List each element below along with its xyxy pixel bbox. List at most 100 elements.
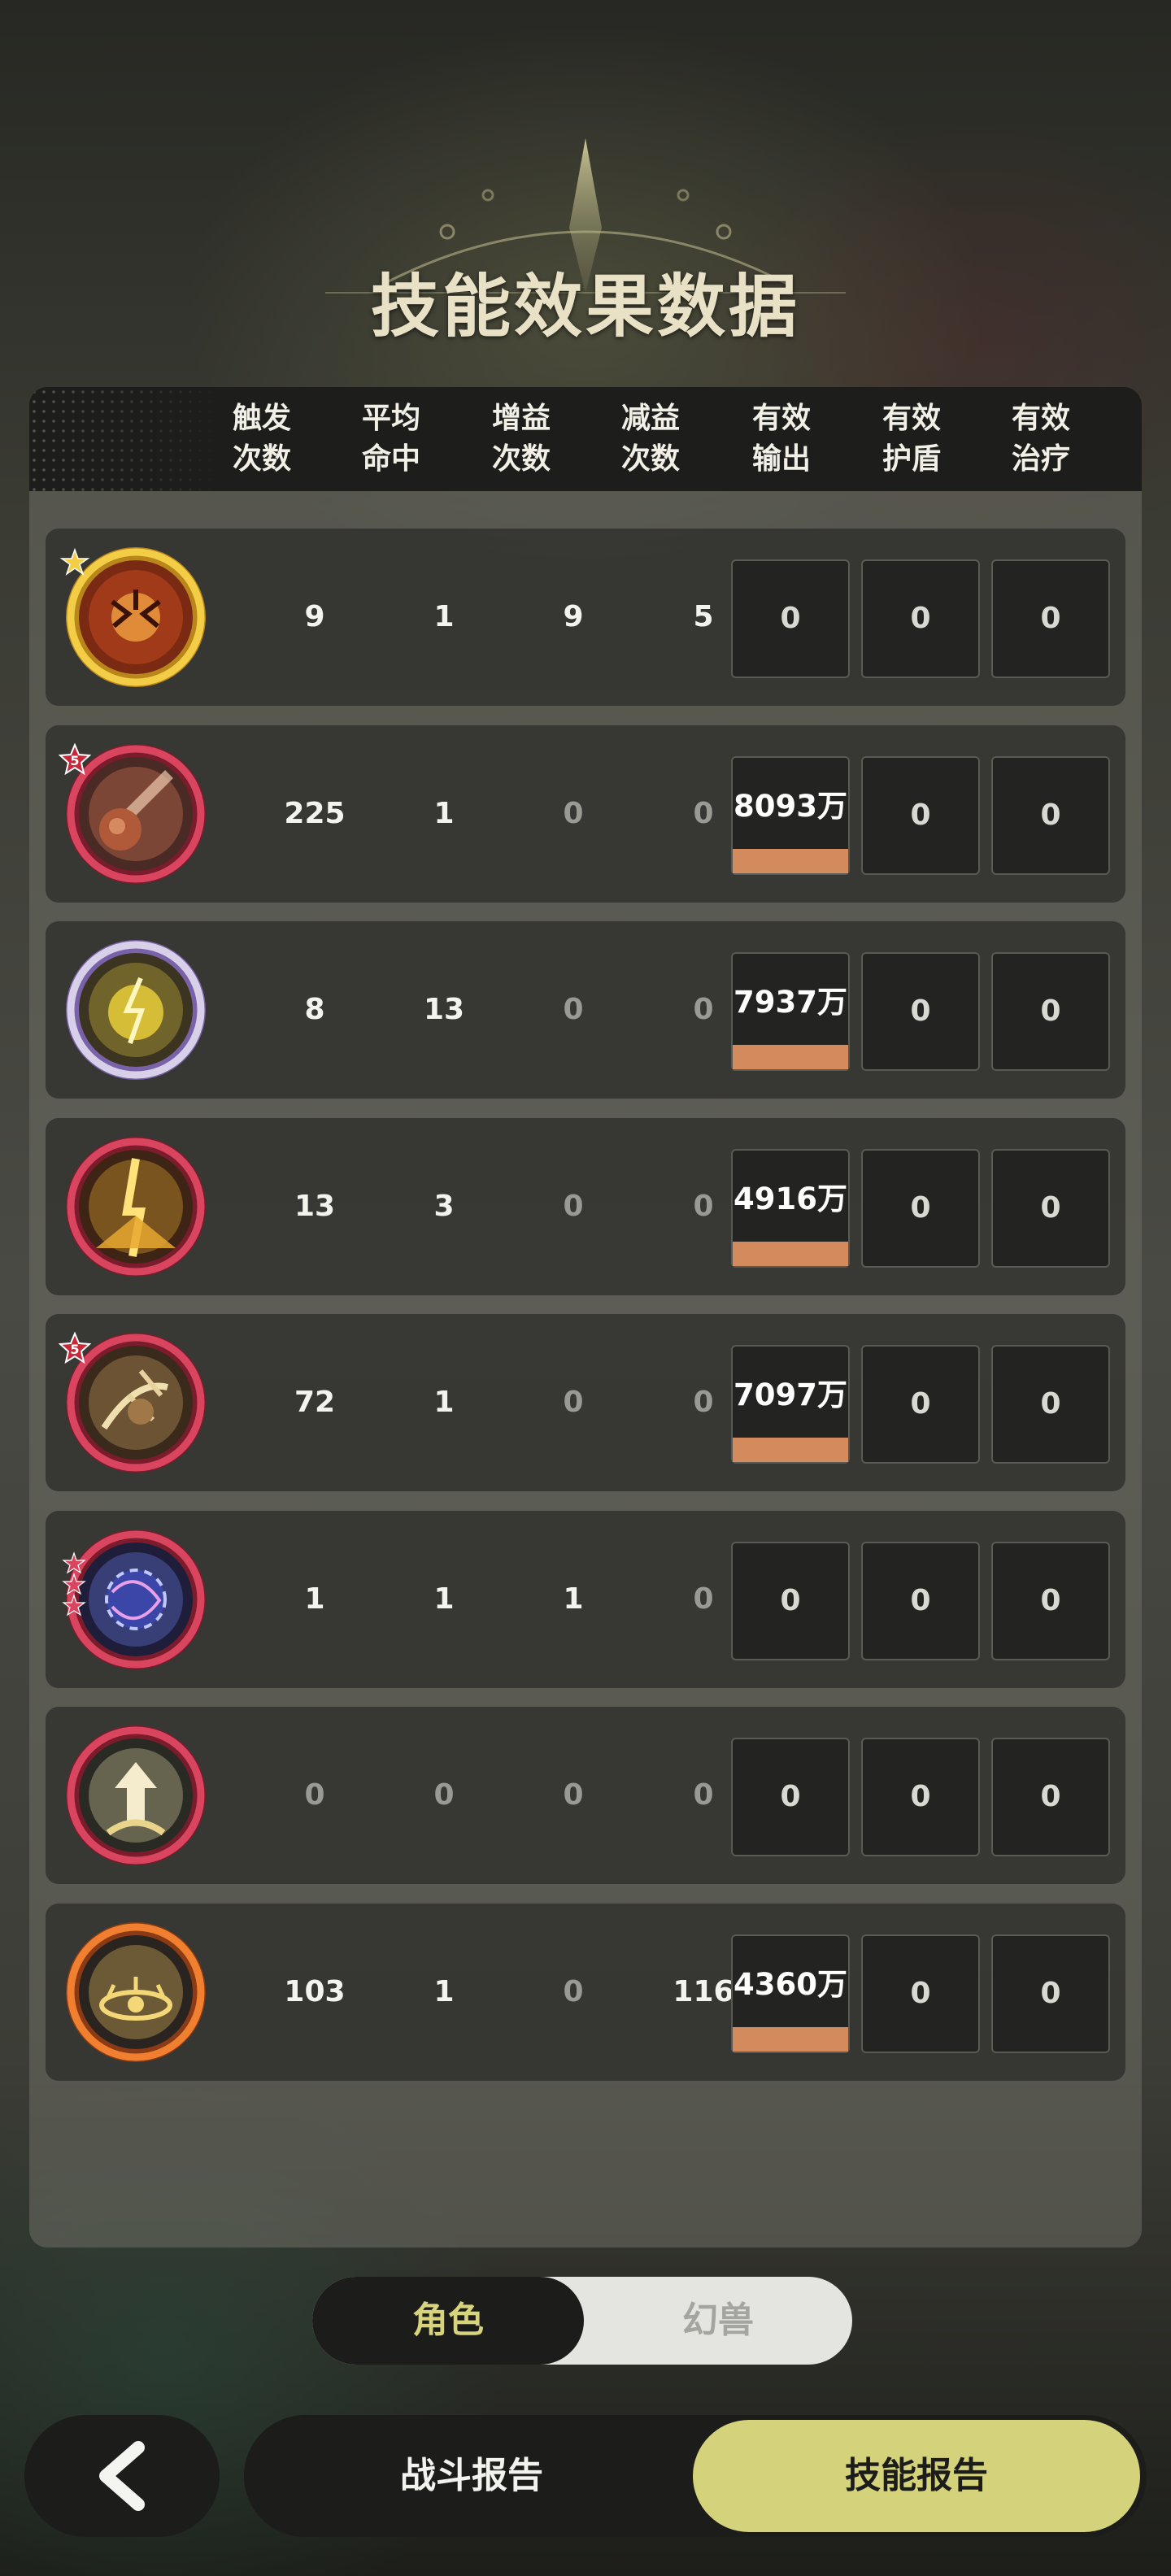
- trigger-count: 1: [304, 1582, 325, 1616]
- shield-box: 0: [861, 1345, 980, 1464]
- header-pattern: [29, 387, 224, 491]
- back-button[interactable]: [24, 2415, 220, 2537]
- avg-hits: 1: [433, 1975, 455, 2008]
- power-up-skill-icon[interactable]: [63, 1723, 208, 1868]
- heal-box: 0: [991, 756, 1110, 875]
- heal-value: 0: [1040, 1191, 1061, 1225]
- header-buff-count: 增益 次数: [491, 402, 551, 476]
- buff-count: 0: [563, 1778, 584, 1812]
- output-box: 0: [731, 559, 850, 678]
- heal-box: 0: [991, 952, 1110, 1071]
- table-row[interactable]: 103 1 0 116 4360万 0 0: [46, 1904, 1125, 2081]
- title-area: 技能效果数据: [0, 130, 1171, 346]
- shield-box: 0: [861, 559, 980, 678]
- output-value: 0: [780, 1780, 801, 1813]
- output-box: 7937万: [731, 952, 850, 1071]
- avg-hits: 1: [433, 1582, 455, 1616]
- star-badge-icon: [59, 547, 90, 576]
- explosion-skill-icon[interactable]: [59, 545, 208, 690]
- heal-value: 0: [1040, 1387, 1061, 1421]
- shield-value: 0: [910, 1780, 931, 1813]
- buff-count: 0: [563, 1975, 584, 2008]
- shield-value: 0: [910, 1584, 931, 1617]
- table-row[interactable]: 8 13 0 0 7937万 0 0: [46, 921, 1125, 1099]
- page-title: 技能效果数据: [370, 267, 800, 346]
- rank-badge-icon: 5: [59, 1332, 91, 1364]
- trigger-count: 8: [304, 993, 325, 1026]
- heal-value: 0: [1040, 602, 1061, 635]
- thunder-strike-skill-icon[interactable]: [63, 1134, 208, 1279]
- output-bar: [733, 849, 848, 873]
- output-value: 0: [780, 602, 801, 635]
- trigger-count: 103: [284, 1975, 346, 2008]
- rank-badge-icon: 5: [59, 743, 91, 776]
- trigger-count: 13: [294, 1190, 336, 1223]
- shield-box: 0: [861, 1738, 980, 1856]
- output-box: 7097万: [731, 1345, 850, 1464]
- tab-skill-report[interactable]: 技能报告: [693, 2420, 1140, 2532]
- table-row[interactable]: 0000000: [46, 1707, 1125, 1884]
- output-box: 0: [731, 1542, 850, 1660]
- table-row[interactable]: 13 3 0 0 4916万 0 0: [46, 1118, 1125, 1295]
- ring-trap-skill-icon[interactable]: [63, 1920, 208, 2065]
- trigger-count: 9: [304, 600, 325, 633]
- heal-box: 0: [991, 559, 1110, 678]
- heal-box: 0: [991, 1738, 1110, 1856]
- buff-count: 9: [563, 600, 584, 633]
- shield-value: 0: [910, 798, 931, 832]
- heal-box: 0: [991, 1934, 1110, 2053]
- heal-box: 0: [991, 1542, 1110, 1660]
- shield-value: 0: [910, 1191, 931, 1225]
- shield-value: 0: [910, 994, 931, 1028]
- shield-box: 0: [861, 1934, 980, 2053]
- slash-skill-icon[interactable]: 5: [59, 1330, 208, 1475]
- buff-count: 1: [563, 1582, 584, 1616]
- output-bar: [733, 1242, 848, 1266]
- buff-count: 0: [563, 797, 584, 830]
- lightning-orb-skill-icon[interactable]: [63, 938, 208, 1082]
- output-bar: [733, 2027, 848, 2052]
- chevron-left-icon: [99, 2441, 145, 2511]
- header-trigger-count: 触发 次数: [232, 402, 291, 476]
- trigger-count: 72: [294, 1386, 336, 1419]
- buff-count: 0: [563, 1190, 584, 1223]
- output-box: 4916万: [731, 1149, 850, 1268]
- buff-count: 0: [563, 993, 584, 1026]
- heal-box: 0: [991, 1149, 1110, 1268]
- avg-hits: 1: [433, 797, 455, 830]
- svg-text:5: 5: [70, 1342, 79, 1357]
- avg-hits: 0: [433, 1778, 455, 1812]
- shield-box: 0: [861, 756, 980, 875]
- tab-battle-report[interactable]: 战斗报告: [244, 2415, 699, 2537]
- heal-value: 0: [1040, 1780, 1061, 1813]
- header-avg-hits: 平均 命中: [361, 402, 420, 476]
- table-row[interactable]: 1110000: [46, 1511, 1125, 1688]
- output-box: 0: [731, 1738, 850, 1856]
- shield-value: 0: [910, 1977, 931, 2010]
- heal-value: 0: [1040, 1977, 1061, 2010]
- shield-box: 0: [861, 952, 980, 1071]
- trigger-count: 0: [304, 1778, 325, 1812]
- table-row[interactable]: 9195000: [46, 529, 1125, 706]
- heal-box: 0: [991, 1345, 1110, 1464]
- output-box: 4360万: [731, 1934, 850, 2053]
- header-effective-output: 有效 输出: [751, 402, 811, 476]
- meteor-skill-icon[interactable]: 5: [59, 742, 208, 886]
- trigger-count: 225: [284, 797, 346, 830]
- toggle-beast[interactable]: 幻兽: [584, 2277, 852, 2365]
- avg-hits: 1: [433, 1386, 455, 1419]
- table-row[interactable]: 5 72 1 0 0 7097万 0 0: [46, 1314, 1125, 1491]
- vortex-skill-icon[interactable]: [62, 1527, 208, 1672]
- report-tabs: 战斗报告 技能报告: [244, 2415, 1147, 2537]
- header-effective-heal: 有效 治疗: [1011, 402, 1070, 476]
- shield-box: 0: [861, 1542, 980, 1660]
- shield-value: 0: [910, 602, 931, 635]
- shield-value: 0: [910, 1387, 931, 1421]
- heal-value: 0: [1040, 1584, 1061, 1617]
- table-header: 触发 次数 平均 命中 增益 次数 减益 次数 有效 输出 有效 护盾 有效 治疗: [29, 387, 1142, 491]
- role-toggle[interactable]: 角色 幻兽: [312, 2277, 852, 2365]
- table-row[interactable]: 5 225 1 0 0 8093万 0 0: [46, 725, 1125, 903]
- heal-value: 0: [1040, 798, 1061, 832]
- toggle-character[interactable]: 角色: [312, 2277, 584, 2365]
- header-debuff-count: 减益 次数: [620, 402, 680, 476]
